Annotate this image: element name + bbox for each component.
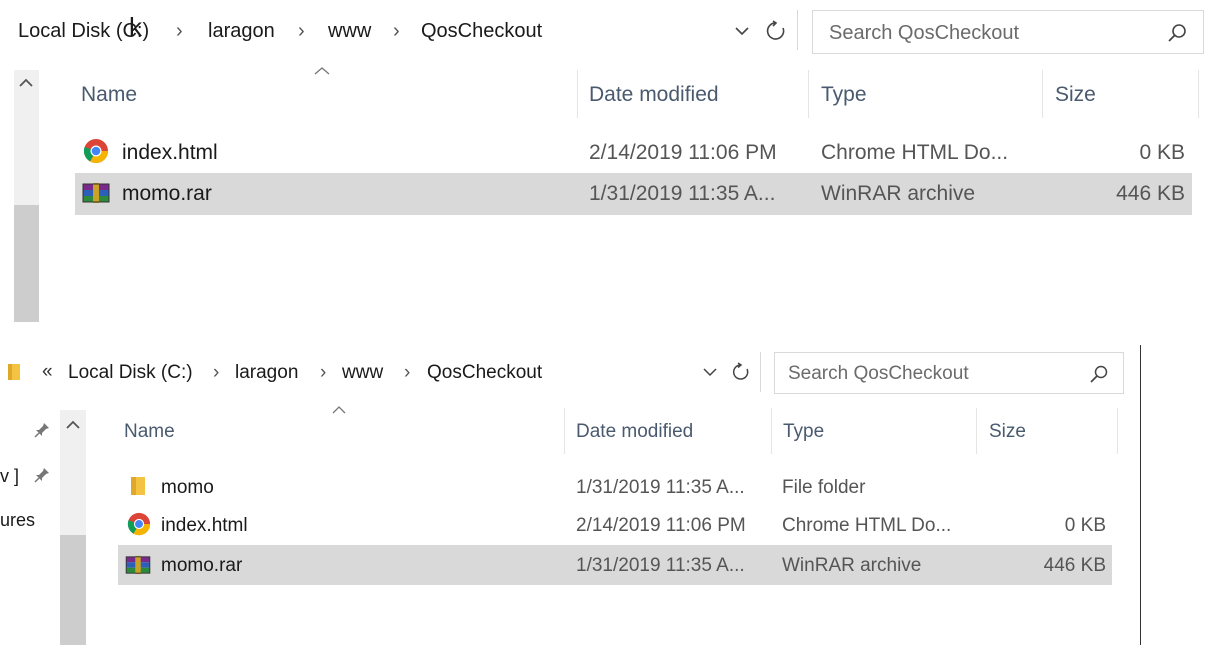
- search-input[interactable]: Search QosCheckout: [788, 363, 969, 385]
- chevron-down-icon[interactable]: [733, 22, 751, 45]
- breadcrumb-separator: ›: [404, 362, 411, 383]
- sidebar-item-fragment[interactable]: ures: [0, 510, 35, 531]
- pin-icon[interactable]: [33, 466, 51, 489]
- column-divider[interactable]: [771, 408, 772, 454]
- column-divider[interactable]: [1198, 70, 1199, 118]
- file-type: File folder: [782, 477, 866, 498]
- file-date: 2/14/2019 11:06 PM: [589, 141, 777, 164]
- column-header-type[interactable]: Type: [821, 83, 867, 107]
- file-date: 2/14/2019 11:06 PM: [576, 515, 746, 536]
- column-divider[interactable]: [1117, 408, 1118, 454]
- file-size: 0 KB: [1139, 141, 1185, 164]
- file-type: WinRAR archive: [821, 182, 976, 205]
- file-name[interactable]: index.html: [161, 515, 248, 537]
- file-type: Chrome HTML Do...: [782, 515, 952, 536]
- file-type: WinRAR archive: [782, 555, 922, 576]
- chrome-icon: [127, 512, 151, 541]
- scroll-thumb[interactable]: [14, 205, 39, 322]
- top-nav-scrollbar[interactable]: [14, 70, 39, 322]
- column-divider[interactable]: [808, 70, 809, 118]
- file-name[interactable]: index.html: [122, 141, 218, 165]
- breadcrumb-local-disk[interactable]: Local Disk (C:): [68, 362, 193, 384]
- breadcrumb-separator: ›: [213, 362, 220, 383]
- column-header-size[interactable]: Size: [1055, 83, 1096, 107]
- column-divider[interactable]: [976, 408, 977, 454]
- column-header-size[interactable]: Size: [989, 421, 1026, 443]
- file-name[interactable]: momo.rar: [122, 182, 212, 206]
- table-row[interactable]: momo.rar 1/31/2019 11:35 A... WinRAR arc…: [75, 173, 1192, 215]
- column-header-name[interactable]: Name: [81, 83, 137, 107]
- column-divider[interactable]: [1042, 70, 1043, 118]
- column-header-date[interactable]: Date modified: [576, 421, 693, 443]
- search-icon[interactable]: [1088, 363, 1110, 390]
- sort-up-icon: [313, 63, 331, 81]
- file-size: 446 KB: [1116, 182, 1185, 205]
- breadcrumb-separator: ›: [298, 20, 305, 42]
- refresh-icon[interactable]: [764, 19, 788, 48]
- file-date: 1/31/2019 11:35 A...: [589, 182, 776, 205]
- refresh-icon[interactable]: [730, 361, 752, 388]
- sort-up-icon: [331, 402, 347, 420]
- search-icon[interactable]: [1165, 21, 1189, 50]
- breadcrumb-www[interactable]: www: [328, 20, 371, 43]
- breadcrumb-laragon[interactable]: laragon: [208, 20, 275, 43]
- top-address-bar[interactable]: Local Disk (C:) k › laragon › www › QosC…: [0, 10, 800, 50]
- bottom-address-bar[interactable]: « Local Disk (C:) › laragon › www › QosC…: [0, 352, 768, 392]
- breadcrumb-separator: ›: [176, 20, 183, 42]
- breadcrumb-qoscheckout[interactable]: QosCheckout: [427, 362, 542, 384]
- column-divider[interactable]: [577, 70, 578, 118]
- file-size: 446 KB: [1043, 555, 1106, 576]
- file-date: 1/31/2019 11:35 A...: [576, 555, 745, 576]
- sidebar-item-fragment[interactable]: v ]: [0, 466, 19, 487]
- breadcrumb-separator: ›: [320, 362, 327, 383]
- table-row[interactable]: momo.rar 1/31/2019 11:35 A... WinRAR arc…: [118, 545, 1112, 585]
- column-header-type[interactable]: Type: [783, 421, 824, 443]
- file-type: Chrome HTML Do...: [821, 141, 1009, 164]
- address-divider: [797, 10, 798, 50]
- bottom-nav-scrollbar[interactable]: [60, 410, 86, 645]
- file-date: 1/31/2019 11:35 A...: [576, 477, 745, 498]
- file-name[interactable]: momo: [161, 477, 214, 499]
- address-divider: [760, 352, 761, 392]
- file-size: 0 KB: [1064, 515, 1106, 536]
- column-header-date[interactable]: Date modified: [589, 83, 719, 107]
- scroll-thumb[interactable]: [60, 535, 86, 645]
- table-row[interactable]: momo 1/31/2019 11:35 A... File folder: [118, 468, 1112, 506]
- pin-icon[interactable]: [33, 421, 51, 444]
- bottom-search-box[interactable]: Search QosCheckout: [774, 352, 1124, 394]
- text-cursor-glyph: k: [129, 12, 142, 42]
- scroll-up-arrow-icon[interactable]: [65, 418, 81, 437]
- winrar-icon: [82, 182, 110, 209]
- scroll-up-arrow-icon[interactable]: [18, 76, 34, 95]
- search-input[interactable]: Search QosCheckout: [829, 22, 1019, 45]
- winrar-icon: [125, 555, 151, 580]
- window-edge: [1140, 345, 1141, 645]
- folder-icon: [128, 475, 148, 502]
- table-row[interactable]: index.html 2/14/2019 11:06 PM Chrome HTM…: [118, 506, 1112, 544]
- breadcrumb-laragon[interactable]: laragon: [235, 362, 298, 384]
- breadcrumb-separator: ›: [393, 20, 400, 42]
- breadcrumb-qoscheckout[interactable]: QosCheckout: [421, 20, 542, 43]
- breadcrumb-www[interactable]: www: [342, 362, 383, 384]
- top-search-box[interactable]: Search QosCheckout: [812, 10, 1204, 54]
- table-row[interactable]: index.html 2/14/2019 11:06 PM Chrome HTM…: [75, 133, 1192, 173]
- column-header-name[interactable]: Name: [124, 421, 175, 443]
- chrome-icon: [83, 138, 109, 169]
- chevron-down-icon[interactable]: [702, 364, 718, 385]
- breadcrumb-overflow[interactable]: «: [42, 361, 53, 383]
- column-divider[interactable]: [564, 408, 565, 454]
- file-name[interactable]: momo.rar: [161, 555, 242, 577]
